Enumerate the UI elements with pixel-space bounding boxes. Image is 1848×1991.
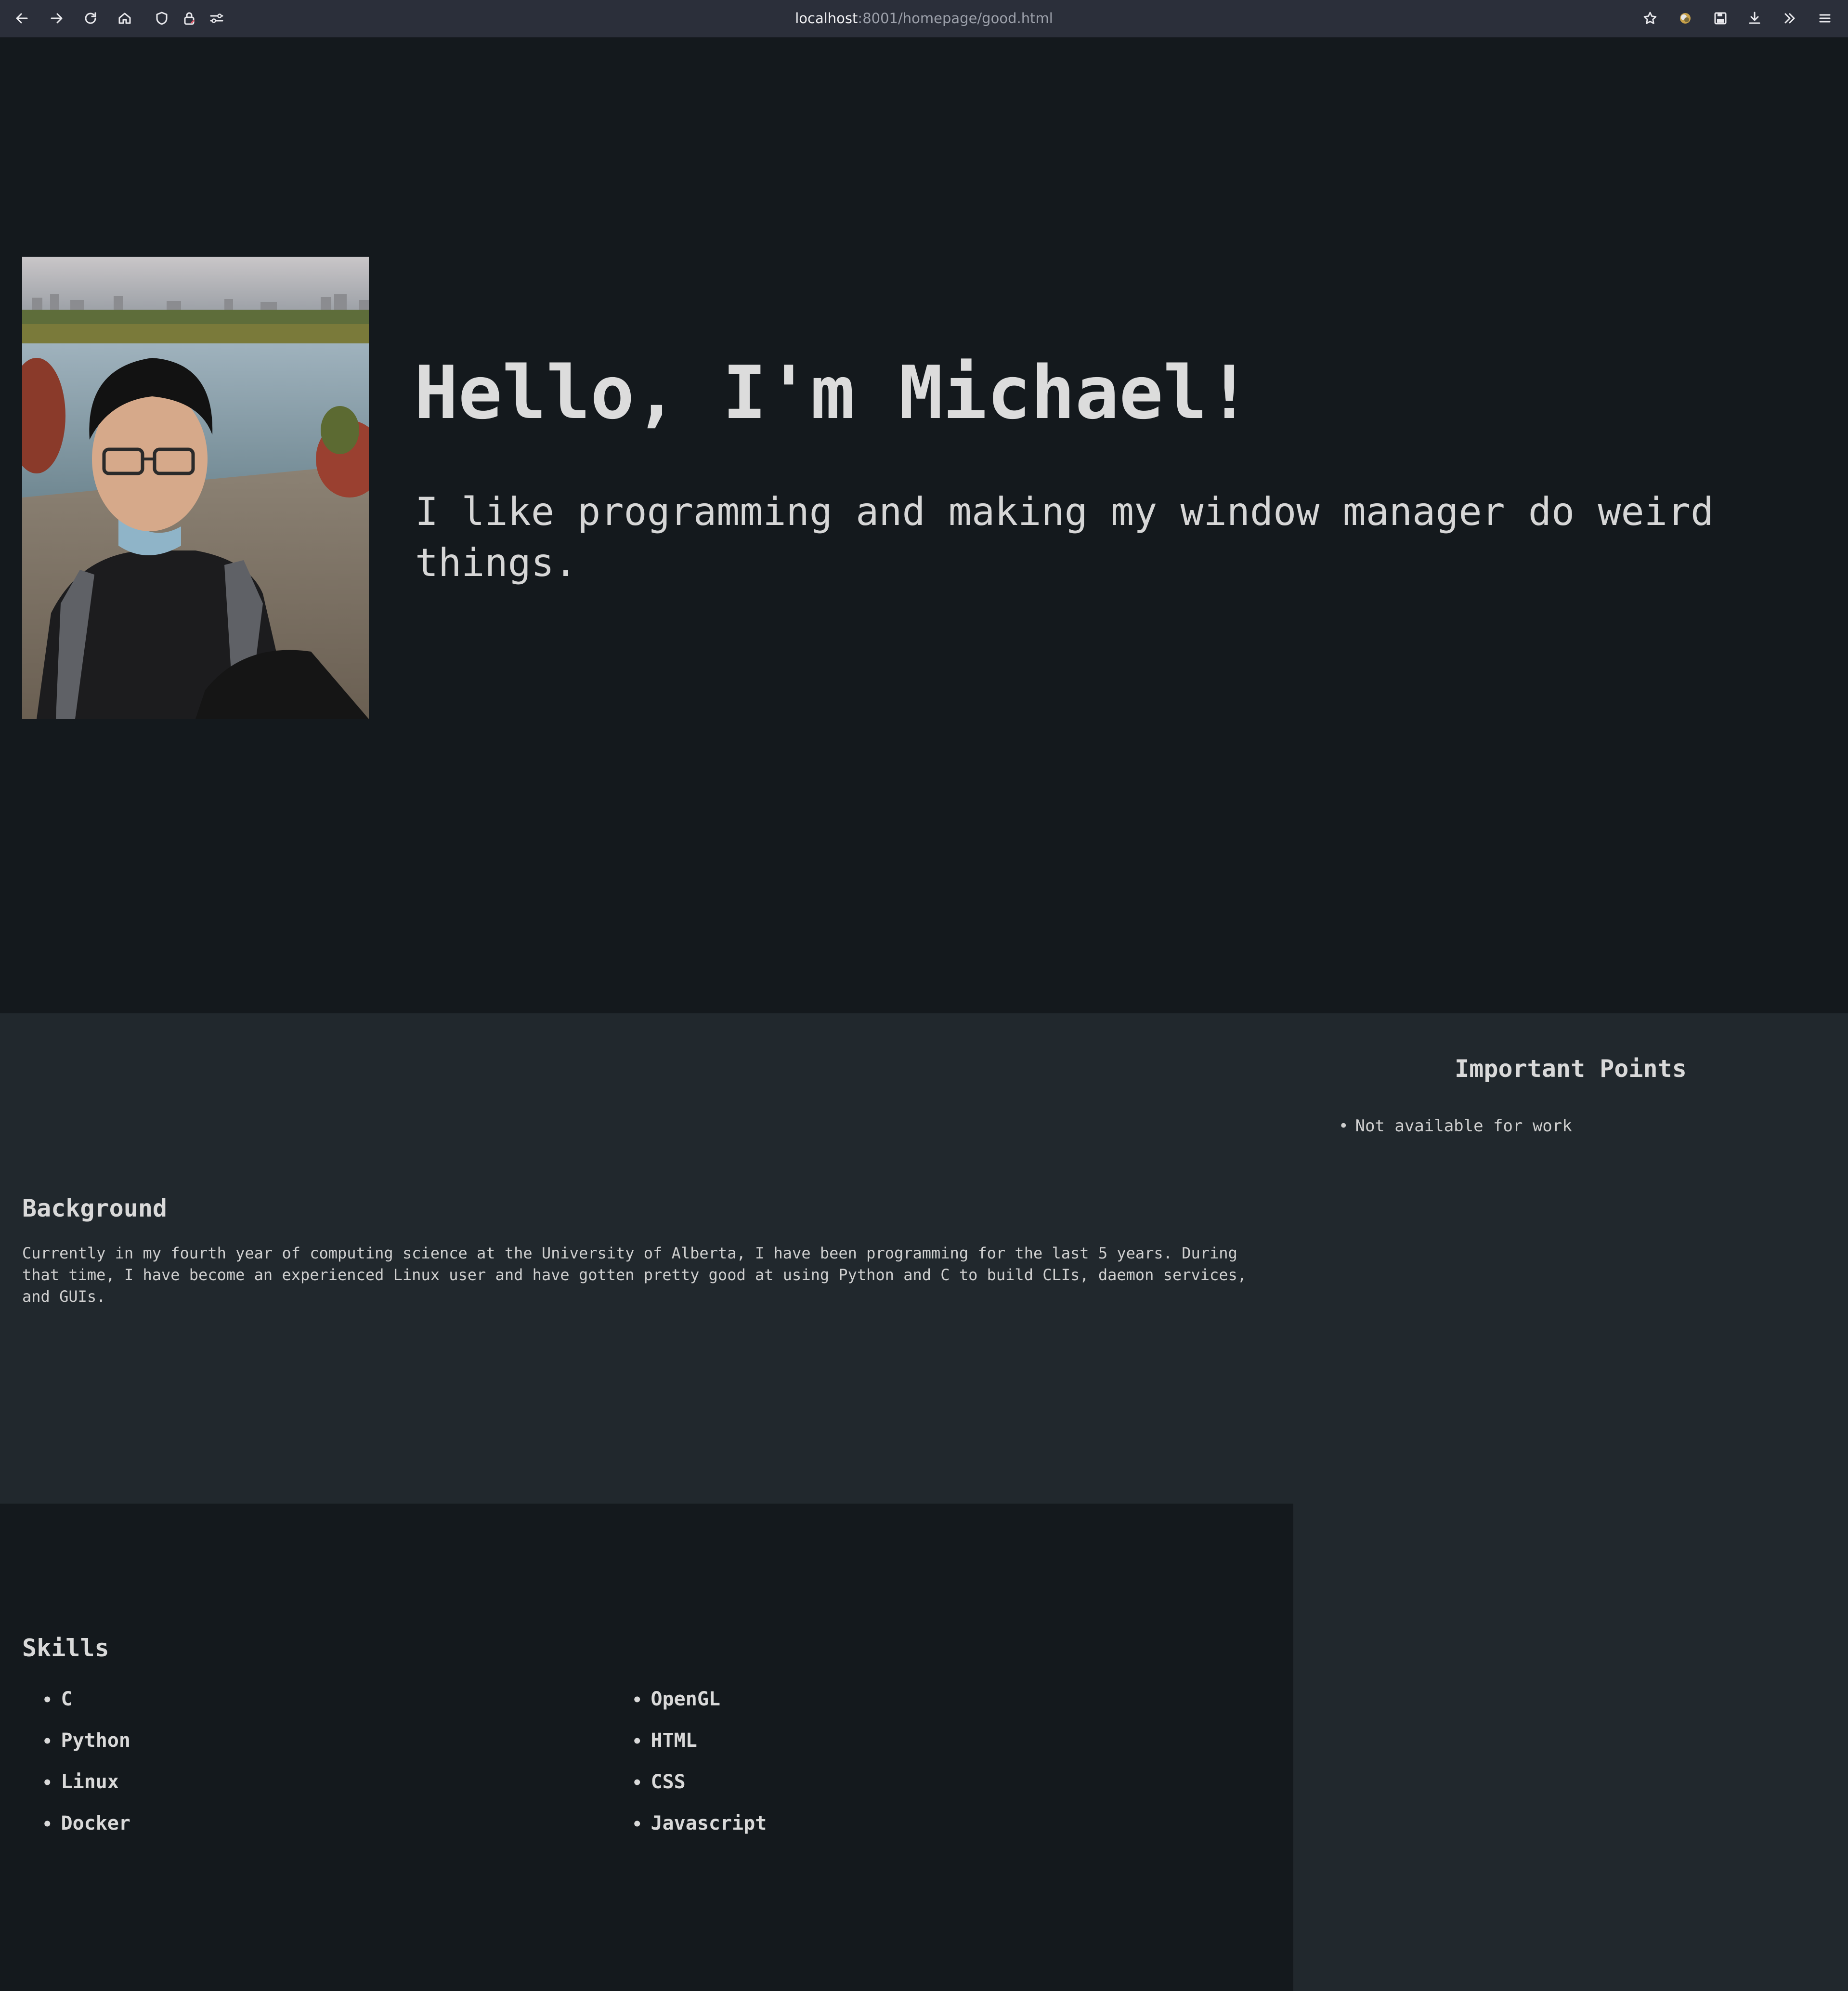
important-points-list: Not available for work	[1339, 1116, 1572, 1136]
important-points-panel	[1293, 1013, 1848, 1991]
url-host: localhost	[795, 10, 858, 26]
background-paragraph: Currently in my fourth year of computing…	[22, 1244, 1247, 1306]
background-heading: Background	[22, 1194, 168, 1222]
reload-icon[interactable]	[81, 9, 100, 28]
hamburger-menu-icon[interactable]	[1815, 9, 1835, 28]
important-points-heading: Important Points	[1455, 1055, 1687, 1083]
skill-item: Docker	[42, 1810, 130, 1851]
back-arrow-icon[interactable]	[13, 9, 32, 28]
bookmark-star-icon[interactable]	[1640, 9, 1660, 28]
downloads-icon[interactable]	[1745, 9, 1764, 28]
permissions-sliders-icon[interactable]	[207, 9, 226, 28]
skill-item: CSS	[632, 1768, 767, 1810]
hero-title: Hello, I'm Michael!	[414, 350, 1251, 435]
skill-item: OpenGL	[632, 1686, 767, 1727]
url-bar[interactable]: localhost:8001/homepage/good.html	[0, 0, 1848, 37]
profile-photo-image	[22, 257, 369, 719]
lock-icon[interactable]	[180, 9, 199, 28]
list-item: Not available for work	[1339, 1116, 1572, 1136]
account-icon[interactable]	[1676, 9, 1695, 28]
skill-item: C	[42, 1686, 130, 1727]
browser-toolbar: localhost:8001/homepage/good.html	[0, 0, 1848, 38]
skills-list-left: C Python Linux Docker	[42, 1686, 130, 1851]
save-page-icon[interactable]	[1711, 9, 1730, 28]
url-path: :8001/homepage/good.html	[858, 10, 1053, 26]
home-icon[interactable]	[115, 9, 134, 28]
profile-photo	[22, 257, 369, 719]
skills-heading: Skills	[22, 1634, 109, 1662]
overflow-chevrons-icon[interactable]	[1780, 9, 1799, 28]
skill-item: Javascript	[632, 1810, 767, 1851]
forward-arrow-icon[interactable]	[47, 9, 66, 28]
skills-list-right: OpenGL HTML CSS Javascript	[632, 1686, 767, 1851]
skill-item: Linux	[42, 1768, 130, 1810]
skill-item: Python	[42, 1727, 130, 1768]
skill-item: HTML	[632, 1727, 767, 1768]
shield-icon[interactable]	[152, 9, 171, 28]
hero-subtitle: I like programming and making my window …	[415, 489, 1714, 585]
